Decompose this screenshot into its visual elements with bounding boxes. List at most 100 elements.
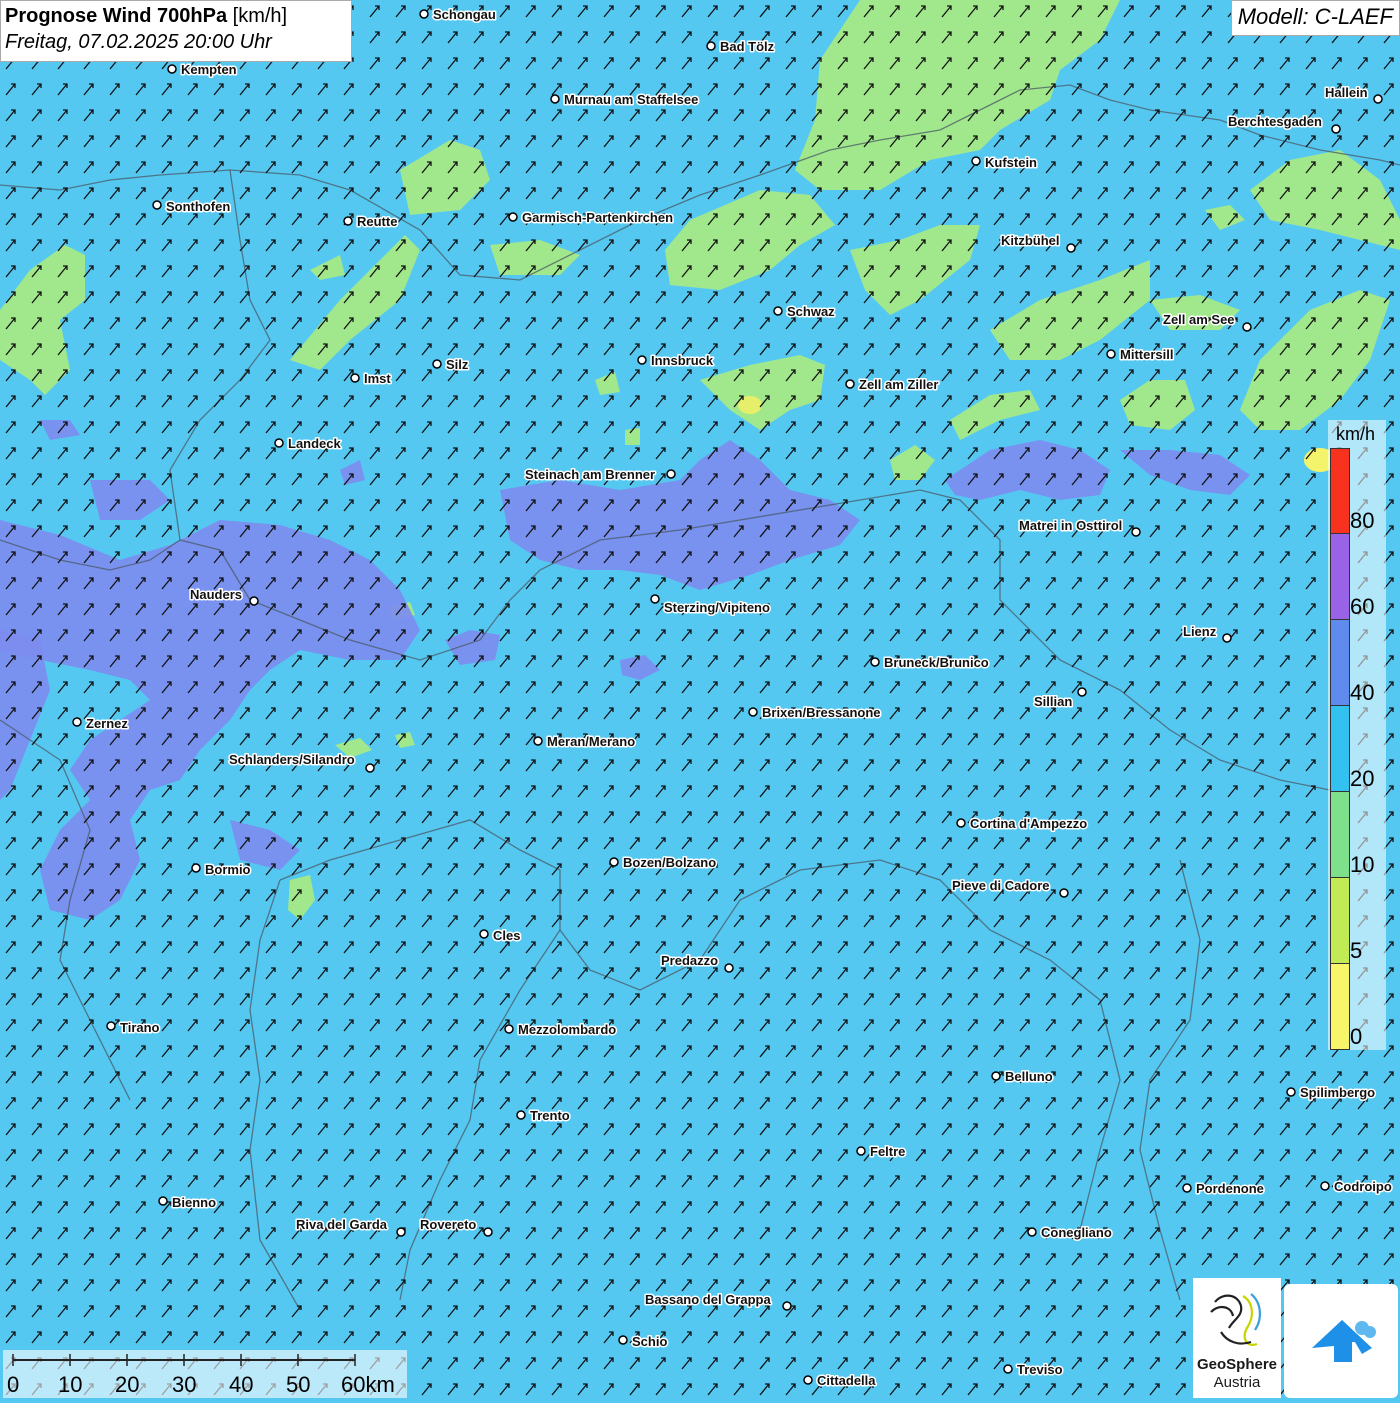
city-marker bbox=[803, 1375, 813, 1385]
city-label: Codroipo bbox=[1334, 1179, 1392, 1194]
weather-app-logo[interactable] bbox=[1284, 1284, 1398, 1398]
city-marker bbox=[516, 1110, 526, 1120]
city-label: Bad Tölz bbox=[720, 39, 775, 54]
city-meran[interactable]: Meran/Merano bbox=[533, 733, 637, 751]
city-marker bbox=[1077, 687, 1087, 697]
city-marker bbox=[274, 438, 284, 448]
city-label: Cles bbox=[493, 928, 520, 943]
city-label: Predazzo bbox=[661, 953, 718, 968]
city-label: Nauders bbox=[190, 587, 242, 602]
city-label: Cittadella bbox=[817, 1373, 876, 1388]
city-label: Mezzolombardo bbox=[518, 1022, 616, 1037]
wind-map[interactable]: Schongau Bad Tölz Kempten Murnau am Staf… bbox=[0, 0, 1400, 1400]
geosphere-name: GeoSphere bbox=[1196, 1356, 1278, 1373]
city-label: Sillian bbox=[1034, 694, 1072, 709]
city-marker bbox=[1106, 349, 1116, 359]
geosphere-emblem-icon bbox=[1210, 1293, 1261, 1346]
city-pordenone[interactable]: Pordenone bbox=[1182, 1180, 1265, 1198]
city-label: Zernez bbox=[86, 716, 128, 731]
legend-tick: 5 bbox=[1350, 938, 1363, 963]
city-marker bbox=[666, 469, 676, 479]
scale-label: 10 bbox=[58, 1372, 83, 1397]
city-label: Bienno bbox=[172, 1195, 216, 1210]
city-murnau[interactable]: Murnau am Staffelsee bbox=[550, 91, 700, 109]
city-marker bbox=[1059, 888, 1069, 898]
legend-segment-80 bbox=[1330, 448, 1350, 534]
legend-tick: 10 bbox=[1350, 852, 1375, 877]
city-label: Bormio bbox=[205, 862, 251, 877]
city-label: Kufstein bbox=[985, 155, 1037, 170]
city-label: Schongau bbox=[433, 7, 496, 22]
city-marker bbox=[748, 707, 758, 717]
city-marker bbox=[419, 9, 429, 19]
city-marker bbox=[706, 41, 716, 51]
city-zell-am-ziller[interactable]: Zell am Ziller bbox=[845, 376, 940, 394]
city-marker bbox=[618, 1335, 628, 1345]
city-mezzolombardo[interactable]: Mezzolombardo bbox=[504, 1021, 618, 1039]
geosphere-logo[interactable]: GeoSphere Austria bbox=[1193, 1278, 1281, 1398]
city-label: Murnau am Staffelsee bbox=[564, 92, 698, 107]
city-steinach[interactable]: Steinach am Brenner bbox=[524, 466, 676, 484]
city-marker bbox=[1242, 322, 1252, 332]
map-title: Prognose Wind 700hPa [km/h] bbox=[5, 3, 347, 29]
city-label: Bassano del Grappa bbox=[645, 1292, 771, 1307]
city-label: Landeck bbox=[288, 436, 342, 451]
city-label: Pordenone bbox=[1196, 1181, 1264, 1196]
city-label: Matrei in Osttirol bbox=[1019, 518, 1122, 533]
city-label: Spilimbergo bbox=[1300, 1085, 1375, 1100]
city-marker bbox=[650, 594, 660, 604]
legend-tick: 80 bbox=[1350, 508, 1375, 533]
city-marker bbox=[191, 863, 201, 873]
scale-label: 40 bbox=[229, 1372, 254, 1397]
legend-color-bar bbox=[1330, 448, 1350, 1050]
city-marker bbox=[167, 64, 177, 74]
title-unit: [km/h] bbox=[232, 5, 288, 27]
city-marker bbox=[845, 379, 855, 389]
city-brixen[interactable]: Brixen/Bressanone bbox=[748, 704, 882, 722]
city-marker bbox=[870, 657, 880, 667]
legend-tick: 0 bbox=[1350, 1024, 1363, 1049]
city-spilimbergo[interactable]: Spilimbergo bbox=[1286, 1084, 1377, 1102]
city-marker bbox=[365, 763, 375, 773]
city-label: Lienz bbox=[1183, 624, 1217, 639]
city-label: Bozen/Bolzano bbox=[623, 855, 716, 870]
city-label: Cortina d'Ampezzo bbox=[970, 816, 1087, 831]
city-label: Treviso bbox=[1017, 1362, 1063, 1377]
city-marker bbox=[609, 857, 619, 867]
city-marker bbox=[508, 212, 518, 222]
legend-segment-10 bbox=[1330, 792, 1350, 878]
city-cortina[interactable]: Cortina d'Ampezzo bbox=[956, 815, 1089, 833]
city-label: Meran/Merano bbox=[547, 734, 635, 749]
geosphere-country: Austria bbox=[1213, 1374, 1261, 1391]
city-label: Sterzing/Vipiteno bbox=[664, 600, 770, 615]
city-label: Riva del Garda bbox=[296, 1217, 388, 1232]
city-garmisch[interactable]: Garmisch-Partenkirchen bbox=[508, 209, 675, 227]
legend-segment-40 bbox=[1330, 620, 1350, 706]
scale-label: 0 bbox=[7, 1372, 20, 1397]
forecast-datetime: Freitag, 07.02.2025 20:00 Uhr bbox=[5, 31, 272, 53]
scale-label: 60km bbox=[341, 1372, 395, 1397]
city-label: Kitzbühel bbox=[1001, 233, 1060, 248]
city-marker bbox=[158, 1196, 168, 1206]
city-label: Kempten bbox=[181, 62, 237, 77]
city-bozen[interactable]: Bozen/Bolzano bbox=[609, 854, 718, 872]
city-label: Schio bbox=[632, 1334, 667, 1349]
city-label: Tirano bbox=[120, 1020, 160, 1035]
city-label: Rovereto bbox=[420, 1217, 476, 1232]
city-label: Bruneck/Brunico bbox=[884, 655, 989, 670]
scale-label: 50 bbox=[286, 1372, 311, 1397]
title-bold: Prognose Wind 700hPa bbox=[5, 5, 228, 27]
city-marker bbox=[1286, 1087, 1296, 1097]
city-marker bbox=[1003, 1364, 1013, 1374]
city-conegliano[interactable]: Conegliano bbox=[1027, 1224, 1113, 1242]
legend-segment-60 bbox=[1330, 534, 1350, 620]
city-marker bbox=[956, 818, 966, 828]
city-marker bbox=[533, 736, 543, 746]
city-marker bbox=[72, 717, 82, 727]
city-label: Belluno bbox=[1005, 1069, 1053, 1084]
city-label: Steinach am Brenner bbox=[525, 467, 655, 482]
legend-unit: km/h bbox=[1336, 424, 1376, 444]
city-bruneck[interactable]: Bruneck/Brunico bbox=[870, 654, 990, 672]
city-marker bbox=[1027, 1227, 1037, 1237]
city-label: Innsbruck bbox=[651, 353, 714, 368]
